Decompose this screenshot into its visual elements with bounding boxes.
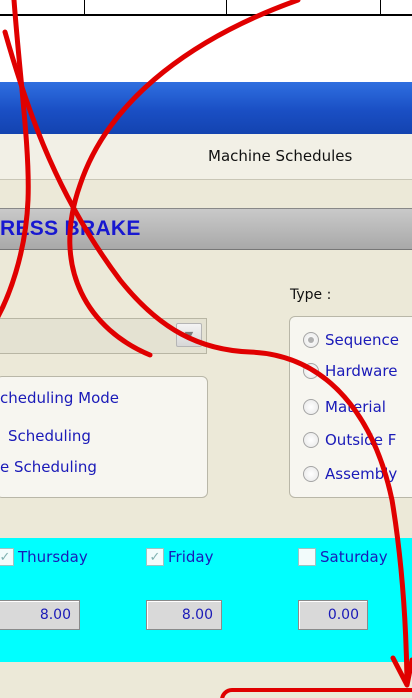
radio-icon[interactable] xyxy=(303,363,319,379)
tab-machine-schedules[interactable]: Machine Schedules xyxy=(208,147,352,165)
window-title-bar[interactable] xyxy=(0,82,412,134)
table-divider xyxy=(380,0,381,16)
day-label: Thursday xyxy=(18,548,88,566)
scheduling-mode-option-2[interactable]: e Scheduling xyxy=(0,458,97,476)
day-checkbox-friday[interactable]: ✓ Friday xyxy=(146,548,213,566)
type-radio-material[interactable]: Material xyxy=(303,397,386,417)
day-checkbox-saturday[interactable]: Saturday xyxy=(298,548,388,566)
type-label: Type : xyxy=(290,287,332,303)
day-checkbox-thursday[interactable]: ✓ Thursday xyxy=(0,548,88,566)
radio-selected-icon[interactable] xyxy=(303,332,319,348)
day-label: Friday xyxy=(168,548,214,566)
machine-name-title: RESS BRAKE xyxy=(0,217,141,240)
hours-input-friday[interactable]: 8.00 xyxy=(146,600,222,630)
type-option-label: Assembly xyxy=(325,465,398,483)
checkmark-icon[interactable]: ✓ xyxy=(146,548,164,566)
type-radio-hardware[interactable]: Hardware xyxy=(303,361,397,381)
scheduling-mode-option-1[interactable]: Scheduling xyxy=(8,427,91,445)
scheduling-mode-title: cheduling Mode xyxy=(0,389,120,407)
top-table-strip xyxy=(0,0,412,16)
checkmark-icon[interactable]: ✓ xyxy=(0,548,14,566)
type-radio-assembly[interactable]: Assembly xyxy=(303,464,397,484)
radio-icon[interactable] xyxy=(303,399,319,415)
type-option-label: Hardware xyxy=(325,362,398,380)
type-radio-sequence[interactable]: Sequence xyxy=(303,330,399,350)
type-option-label: Outside F xyxy=(325,431,397,449)
type-radio-outside[interactable]: Outside F xyxy=(303,430,396,450)
chevron-down-icon[interactable]: ▼ xyxy=(176,323,202,347)
table-divider xyxy=(226,0,227,16)
table-divider xyxy=(84,0,85,16)
day-label: Saturday xyxy=(320,548,388,566)
hours-input-thursday[interactable]: 8.00 xyxy=(0,600,80,630)
type-option-label: Material xyxy=(325,398,386,416)
radio-icon[interactable] xyxy=(303,432,319,448)
hours-input-saturday[interactable]: 0.00 xyxy=(298,600,368,630)
radio-icon[interactable] xyxy=(303,466,319,482)
type-option-label: Sequence xyxy=(325,331,399,349)
checkbox-empty-icon[interactable] xyxy=(298,548,316,566)
